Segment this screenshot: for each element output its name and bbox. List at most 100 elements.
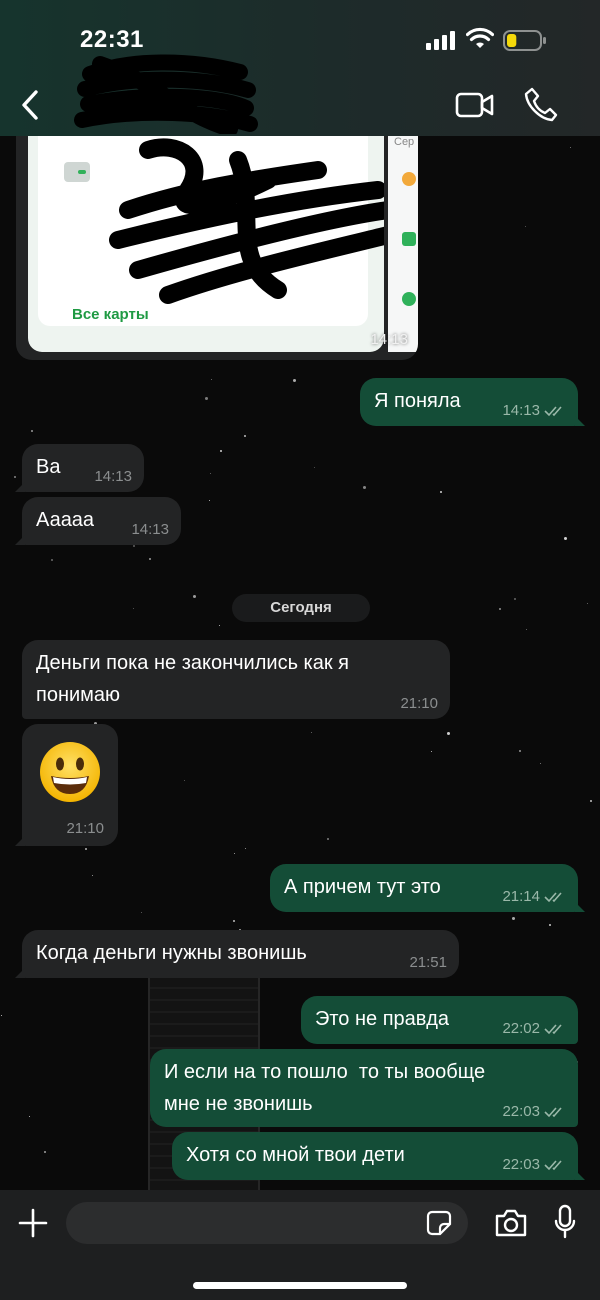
wallpaper-star [327,838,329,840]
message-meta: 22:03 [502,1156,566,1174]
attach-button[interactable] [18,1208,48,1238]
camera-button[interactable] [494,1208,528,1238]
wallpaper-star [92,875,93,876]
service-icon [402,232,416,246]
service-icon [402,292,416,306]
message-time: 21:14 [502,888,540,905]
message-time: 22:02 [502,1020,540,1037]
redacted-contact-name [74,54,258,134]
message-meta: 14:13 [502,402,566,420]
wallpaper-star [431,751,432,752]
wallpaper-star [311,732,312,733]
message-time: 22:03 [502,1103,540,1120]
double-check-icon [544,892,562,903]
wallpaper-star [141,912,142,913]
wallpaper-star [193,595,196,598]
wallpaper-star [85,848,87,850]
battery-icon [503,30,546,51]
message-text: Деньги пока не закончились как я понимаю [36,652,349,706]
wallpaper-star [211,379,212,380]
message-meta: 21:51 [409,954,447,972]
date-separator: Сегодня [232,594,370,622]
wallpaper-star [499,608,501,610]
wallpaper-star [590,800,592,802]
emoji-message[interactable]: 21:10 [15,724,118,846]
message-composer [0,1190,600,1300]
message-meta: 21:10 [400,695,438,713]
video-call-button[interactable] [455,90,495,120]
bank-card-icon [64,162,90,182]
message-text: А причем тут это [284,876,441,898]
message-meta: 21:14 [502,888,566,906]
message-time: 14:13 [502,402,540,419]
message-input[interactable] [66,1202,468,1244]
message-time: 21:10 [66,820,104,837]
wallpaper-star [44,1151,46,1153]
wallpaper-star [293,379,296,382]
message-meta: 14:13 [94,468,132,486]
wallpaper-star [205,397,208,400]
double-check-icon [544,406,562,417]
double-check-icon [544,1160,562,1171]
wallpaper-star [149,558,151,560]
wallpaper-star [133,545,135,547]
wallpaper-star [447,732,450,735]
wallpaper-star [219,625,220,626]
wallpaper-star [514,598,516,600]
double-check-icon [544,1024,562,1035]
message-text: Хотя со мной твои дети [186,1144,405,1166]
double-check-icon [544,1107,562,1118]
wifi-icon [466,27,494,48]
message-meta: 22:02 [502,1020,566,1038]
wallpaper-star [570,147,571,148]
chat-header: 22:31 [0,0,600,136]
outgoing-message[interactable]: Хотя со мной твои дети 22:03 [172,1132,585,1180]
shared-screenshot-image: Все карты [28,120,384,352]
incoming-message[interactable]: Ва 14:13 [15,444,144,492]
voice-call-button[interactable] [524,86,558,122]
service-icon [402,172,416,186]
wallpaper-star [526,629,527,630]
message-time: 21:10 [400,695,438,712]
wallpaper-star [210,473,211,474]
wallpaper-star [440,491,442,493]
outgoing-message[interactable]: А причем тут это 21:14 [270,864,585,912]
incoming-message[interactable]: Деньги пока не закончились как я понимаю… [22,640,450,719]
incoming-message[interactable]: Когда деньги нужны звонишь 21:51 [15,930,459,978]
incoming-message[interactable]: Ааааа 14:13 [15,497,181,545]
outgoing-message[interactable]: И если на то пошло то ты вообще мне не з… [150,1049,578,1127]
outgoing-message[interactable]: Это не правда 22:02 [301,996,578,1044]
home-indicator [193,1282,407,1289]
wallpaper-star [519,750,521,752]
message-text: Ва [36,456,61,478]
wallpaper-star [363,486,366,489]
message-text: Когда деньги нужны звонишь [36,942,307,964]
wallpaper-star [587,603,588,604]
back-button[interactable] [14,84,48,126]
outgoing-message[interactable]: Я поняла 14:13 [360,378,585,426]
grinning-face-emoji [40,742,100,802]
wallpaper-star [31,430,33,432]
wallpaper-star [220,450,222,452]
image-message[interactable]: Все карты Сер 14:13 [16,120,418,360]
status-time: 22:31 [80,26,144,53]
all-cards-link: Все карты [72,306,149,323]
microphone-button[interactable] [553,1204,577,1240]
message-time: 14:13 [94,468,132,485]
message-time: 22:03 [502,1156,540,1173]
wallpaper-star [51,559,53,561]
message-meta: 21:10 [66,820,104,838]
wallpaper-star [244,435,246,437]
wallpaper-star [1,1015,2,1016]
wallpaper-star [14,476,16,478]
message-text: И если на то пошло то ты вообще мне не з… [164,1061,486,1115]
image-side-panel: Сер [388,120,418,352]
sticker-button[interactable] [426,1210,452,1236]
wallpaper-star [540,763,541,764]
wallpaper-star [233,920,235,922]
message-meta: 14:13 [131,521,169,539]
redacted-scribble [109,138,384,304]
message-time: 14:13 [370,331,408,348]
message-text: Это не правда [315,1008,449,1030]
cellular-signal-icon [426,30,458,50]
